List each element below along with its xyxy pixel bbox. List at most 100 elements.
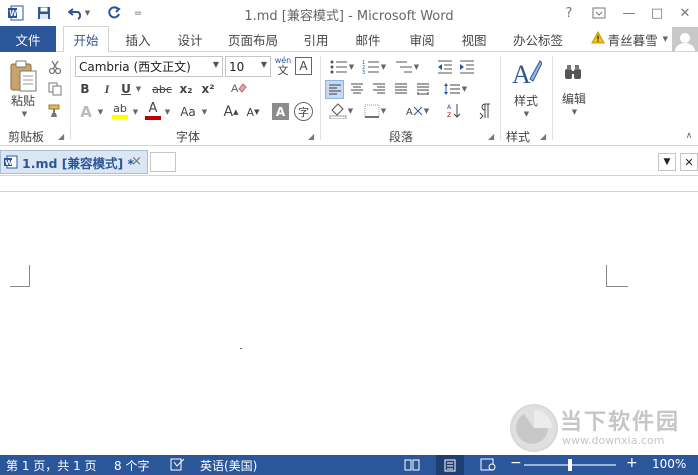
line-spacing-button[interactable]: ▼: [440, 80, 470, 98]
justify-icon[interactable]: [392, 80, 410, 98]
subscript-button[interactable]: x₂: [177, 80, 195, 98]
svg-text:3: 3: [362, 70, 365, 74]
highlight-glyph: ab: [113, 102, 127, 115]
proofing-icon[interactable]: [170, 458, 186, 474]
bold-button[interactable]: B: [76, 80, 94, 98]
editing-button-label[interactable]: 编辑: [558, 90, 590, 106]
caret-down-icon: ▼: [254, 108, 260, 116]
clipboard-launcher-icon[interactable]: ◢: [58, 132, 64, 141]
status-bar: 第 1 页，共 1 页 8 个字 英语(美国) − + 100%: [0, 455, 698, 475]
align-left-icon[interactable]: [325, 80, 344, 99]
styles-launcher-icon[interactable]: ◢: [540, 132, 546, 141]
user-account[interactable]: 青丝暮雪 ▼: [590, 26, 698, 52]
paste-button-label[interactable]: 粘贴: [6, 92, 40, 108]
styles-group-label: 样式: [506, 130, 531, 144]
minimize-button[interactable]: —: [618, 3, 640, 23]
cut-icon[interactable]: [46, 58, 64, 76]
bullets-button[interactable]: ▼: [328, 58, 356, 76]
italic-button[interactable]: I: [98, 80, 116, 98]
change-case-dropdown-icon[interactable]: ▼: [199, 103, 209, 121]
editing-dropdown-icon[interactable]: ▼: [566, 106, 582, 118]
ribbon-display-options-icon[interactable]: [588, 3, 610, 23]
font-launcher-icon[interactable]: ◢: [308, 132, 314, 141]
align-right-icon[interactable]: [370, 80, 388, 98]
numbering-button[interactable]: 1 2 3 ▼: [360, 58, 388, 76]
zoom-out-button[interactable]: −: [510, 455, 522, 471]
styles-button-label[interactable]: 样式: [508, 92, 544, 108]
paste-dropdown-icon[interactable]: ▼: [14, 108, 34, 120]
tab-file[interactable]: 文件: [0, 26, 56, 52]
tab-list-dropdown-button[interactable]: ▼: [658, 153, 676, 171]
underline-button[interactable]: U: [119, 80, 133, 98]
phonetic-guide-button[interactable]: wén 文: [274, 55, 292, 77]
chevron-down-icon: ▼: [212, 60, 219, 69]
text-effects-dropdown-icon[interactable]: ▼: [95, 103, 105, 121]
tab-insert[interactable]: 插入: [118, 26, 158, 52]
copy-icon[interactable]: [46, 80, 64, 98]
text-effects-button[interactable]: A: [77, 103, 95, 121]
font-name-combo[interactable]: Cambria (西文正文) ▼: [75, 56, 223, 77]
character-shading-button[interactable]: A: [272, 103, 289, 120]
chevron-down-icon: ▼: [347, 107, 354, 115]
tab-home[interactable]: 开始: [63, 26, 109, 53]
shrink-font-button[interactable]: A ▼: [244, 103, 262, 121]
sort-icon[interactable]: AZ: [445, 102, 463, 120]
show-hide-marks-icon[interactable]: [476, 102, 494, 120]
enclose-characters-button[interactable]: 字: [294, 102, 313, 121]
font-size-combo[interactable]: 10 ▼: [225, 56, 271, 77]
chinese-layout-button[interactable]: A ▼: [402, 102, 432, 120]
document-canvas[interactable]: 当下软件园 www.downxia.com: [0, 177, 698, 455]
document-tab[interactable]: W 1.md [兼容模式] * ×: [0, 150, 148, 174]
zoom-slider-thumb[interactable]: [568, 459, 572, 471]
paragraph-launcher-icon[interactable]: ◢: [488, 132, 494, 141]
language-indicator[interactable]: 英语(美国): [200, 457, 257, 474]
borders-button[interactable]: ▼: [360, 102, 390, 120]
tab-references[interactable]: 引用: [296, 26, 336, 52]
zoom-level[interactable]: 100%: [652, 457, 686, 471]
underline-dropdown-icon[interactable]: ▼: [133, 80, 143, 98]
paste-icon[interactable]: [6, 56, 40, 96]
font-color-button[interactable]: A: [144, 101, 162, 121]
styles-icon[interactable]: A: [508, 56, 544, 90]
tab-design[interactable]: 设计: [170, 26, 210, 52]
close-window-button[interactable]: ✕: [674, 3, 696, 23]
distributed-icon[interactable]: [414, 80, 432, 98]
decrease-indent-icon[interactable]: [436, 58, 454, 76]
zoom-in-button[interactable]: +: [626, 455, 638, 471]
tab-review[interactable]: 审阅: [402, 26, 442, 52]
character-border-button[interactable]: A: [295, 57, 312, 75]
document-tab-label: 1.md [兼容模式] *: [22, 155, 135, 171]
document-tab-close-button[interactable]: ×: [131, 154, 142, 169]
format-painter-icon[interactable]: [46, 102, 64, 120]
tab-page-layout[interactable]: 页面布局: [222, 26, 284, 52]
caret-up-icon: ▲: [233, 108, 239, 116]
tab-mailings[interactable]: 邮件: [348, 26, 388, 52]
font-color-glyph: A: [148, 101, 158, 116]
increase-indent-icon[interactable]: [458, 58, 476, 76]
highlight-button[interactable]: ab: [110, 101, 130, 121]
collapse-ribbon-icon[interactable]: ∧: [682, 130, 696, 142]
page-count[interactable]: 第 1 页，共 1 页: [6, 457, 97, 474]
grow-font-button[interactable]: A ▲: [222, 103, 240, 121]
change-case-button[interactable]: Aa: [177, 103, 199, 121]
align-center-icon[interactable]: [348, 80, 366, 98]
restore-button[interactable]: □: [646, 3, 668, 23]
highlight-dropdown-icon[interactable]: ▼: [130, 103, 140, 121]
paragraph-shading-button[interactable]: ▼: [326, 102, 356, 120]
close-document-button[interactable]: ✕: [680, 153, 698, 171]
web-layout-icon[interactable]: [480, 458, 496, 474]
superscript-button[interactable]: x²: [199, 80, 217, 98]
font-color-dropdown-icon[interactable]: ▼: [162, 103, 172, 121]
tab-office-tab[interactable]: 办公标签: [506, 26, 570, 52]
read-mode-icon[interactable]: [404, 458, 420, 474]
find-binoculars-icon[interactable]: [558, 58, 588, 86]
clear-formatting-icon[interactable]: A: [230, 79, 248, 97]
new-tab-button[interactable]: [150, 152, 176, 172]
print-layout-icon[interactable]: [436, 455, 464, 475]
help-button[interactable]: ?: [558, 3, 580, 23]
tab-view[interactable]: 视图: [454, 26, 494, 52]
strikethrough-button[interactable]: abc: [150, 80, 174, 98]
multilevel-list-button[interactable]: ▼: [393, 58, 421, 76]
styles-dropdown-icon[interactable]: ▼: [518, 108, 534, 120]
word-count[interactable]: 8 个字: [114, 457, 149, 474]
